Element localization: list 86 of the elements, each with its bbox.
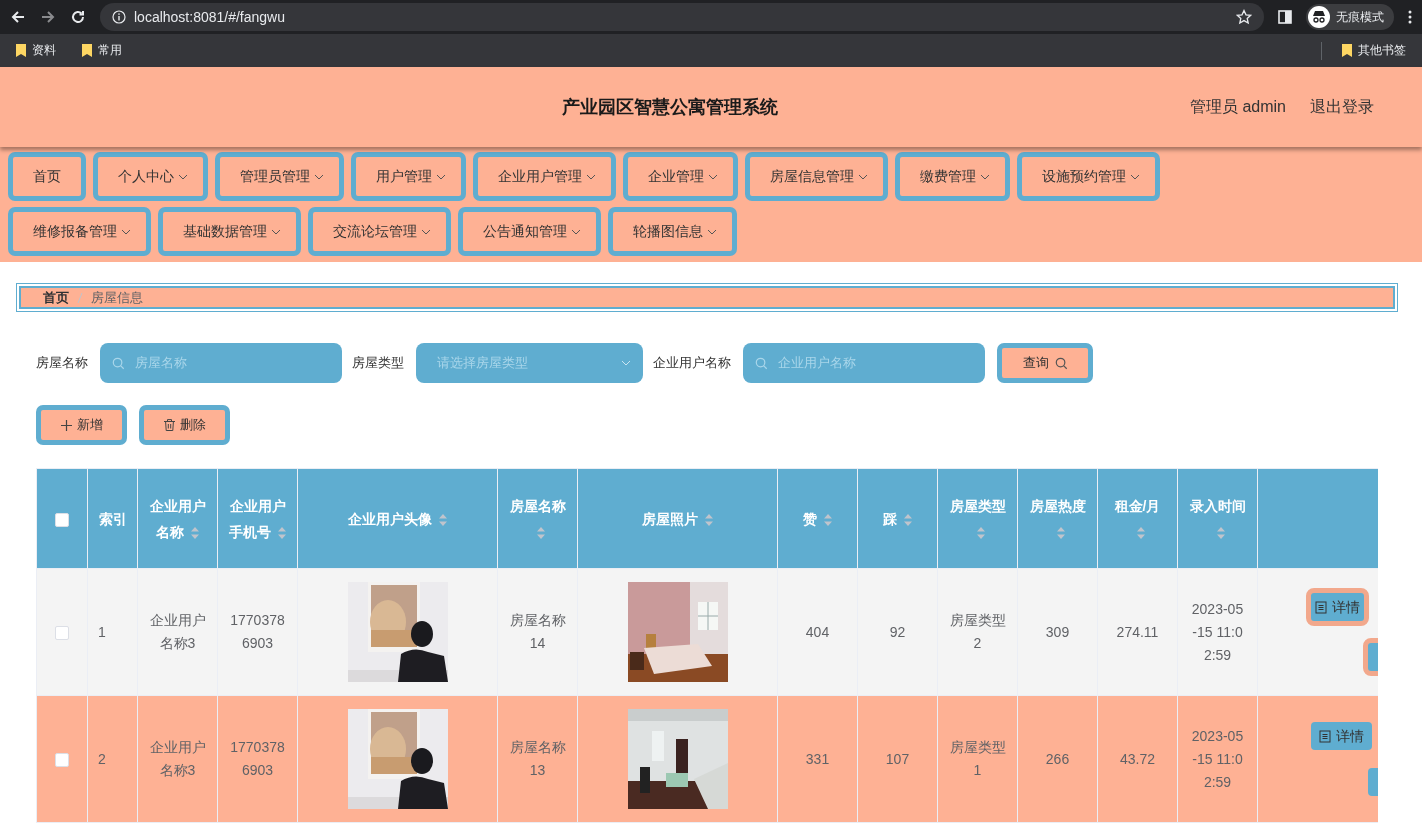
- table-cell: 309: [1017, 568, 1098, 696]
- folder-icon: [82, 44, 92, 57]
- table-cell: 107: [857, 695, 938, 823]
- sort-icon[interactable]: [437, 512, 448, 527]
- nav-menu-item[interactable]: 维修报备管理: [8, 207, 151, 256]
- sort-icon[interactable]: [975, 525, 986, 540]
- nav-menu-item[interactable]: 用户管理: [351, 152, 466, 201]
- nav-menu-item[interactable]: 房屋信息管理: [745, 152, 888, 201]
- bookmark-link[interactable]: 其他书签: [1358, 42, 1406, 59]
- sort-icon[interactable]: [703, 512, 714, 527]
- sort-icon[interactable]: [1055, 525, 1066, 540]
- folder-icon: [16, 44, 26, 57]
- sort-icon[interactable]: [276, 525, 287, 540]
- forward-icon[interactable]: [40, 9, 56, 25]
- sort-icon[interactable]: [535, 525, 546, 540]
- search-button[interactable]: 查询: [997, 343, 1093, 383]
- table-cell: 404: [777, 568, 858, 696]
- table-cell: 2023-05-15 11:02:59: [1177, 568, 1258, 696]
- detail-button[interactable]: 详情: [1311, 722, 1372, 750]
- table-cell: 房屋类型1: [937, 695, 1018, 823]
- table-cell: 1: [87, 568, 138, 696]
- table-cell: 房屋名称13: [497, 695, 578, 823]
- bookmark-link[interactable]: 资料: [32, 42, 56, 59]
- table-cell: 企业用户名称3: [137, 568, 218, 696]
- document-icon: [1319, 729, 1331, 743]
- address-bar[interactable]: localhost:8081/#/fangwu: [100, 3, 1264, 31]
- table-cell: 企业用户名称3: [137, 695, 218, 823]
- add-button[interactable]: 新增: [36, 405, 127, 445]
- plus-icon: [61, 419, 72, 431]
- select-all-checkbox[interactable]: [55, 512, 69, 527]
- detail-button[interactable]: 详情: [1306, 588, 1369, 626]
- filter-label: 房屋名称: [36, 354, 88, 372]
- table-cell: 2023-05-15 11:02:59: [1177, 695, 1258, 823]
- bookmark-link[interactable]: 常用: [98, 42, 122, 59]
- nav-menu-item[interactable]: 首页: [8, 152, 86, 201]
- table-cell: 17703786903: [217, 695, 298, 823]
- menu-icon[interactable]: [1408, 10, 1412, 24]
- table-cell: 92: [857, 568, 938, 696]
- separator-icon: [77, 291, 83, 304]
- row-checkbox[interactable]: [55, 625, 69, 640]
- nav-menu-item[interactable]: 设施预约管理: [1017, 152, 1160, 201]
- table-cell: 331: [777, 695, 858, 823]
- breadcrumb-link[interactable]: 房屋信息: [91, 288, 143, 307]
- row-checkbox[interactable]: [55, 752, 69, 767]
- search-icon: [755, 356, 768, 370]
- info-icon: [112, 10, 126, 24]
- nav-menu-item[interactable]: 个人中心: [93, 152, 208, 201]
- nav-menu-item[interactable]: 管理员管理: [215, 152, 344, 201]
- nav-menu-item[interactable]: 缴费管理: [895, 152, 1010, 201]
- document-icon: [1315, 600, 1327, 614]
- user-label: 管理员 admin: [1189, 96, 1286, 117]
- table-cell: 43.72: [1097, 695, 1178, 823]
- column-header: 索引: [87, 468, 138, 569]
- sidebar-icon[interactable]: [1278, 10, 1292, 24]
- folder-icon: [1342, 44, 1352, 57]
- trash-icon: [164, 419, 175, 431]
- filter-label: 房屋类型: [352, 354, 404, 372]
- nav-menu-item[interactable]: 企业管理: [623, 152, 738, 201]
- sort-icon[interactable]: [1135, 525, 1146, 540]
- search-icon: [1054, 356, 1068, 370]
- sort-icon[interactable]: [822, 512, 833, 527]
- sort-icon[interactable]: [189, 525, 200, 540]
- search-icon: [112, 356, 125, 370]
- table-cell: 房屋类型2: [937, 568, 1018, 696]
- table-cell: 房屋名称14: [497, 568, 578, 696]
- caret-icon: [621, 360, 631, 366]
- filter-label: 企业用户名称: [653, 354, 731, 372]
- nav-menu-item[interactable]: 交流论坛管理: [308, 207, 451, 256]
- app-title: 产业园区智慧公寓管理系统: [561, 96, 779, 119]
- nav-menu-item[interactable]: 企业用户管理: [473, 152, 616, 201]
- table-cell: 17703786903: [217, 568, 298, 696]
- back-icon[interactable]: [10, 9, 26, 25]
- logout-link[interactable]: 退出登录: [1310, 96, 1374, 118]
- star-icon[interactable]: [1236, 9, 1252, 25]
- breadcrumb-link[interactable]: 首页: [43, 288, 69, 307]
- table-cell: 266: [1017, 695, 1098, 823]
- nav-menu-item[interactable]: 公告通知管理: [458, 207, 601, 256]
- delete-button[interactable]: 删除: [139, 405, 230, 445]
- sort-icon[interactable]: [1215, 525, 1226, 540]
- nav-menu-item[interactable]: 轮播图信息: [608, 207, 737, 256]
- reload-icon[interactable]: [70, 9, 86, 25]
- nav-menu-item[interactable]: 基础数据管理: [158, 207, 301, 256]
- incognito-icon: [1308, 6, 1330, 28]
- table-cell: 2: [87, 695, 138, 823]
- sort-icon[interactable]: [902, 512, 913, 527]
- table-cell: 274.11: [1097, 568, 1178, 696]
